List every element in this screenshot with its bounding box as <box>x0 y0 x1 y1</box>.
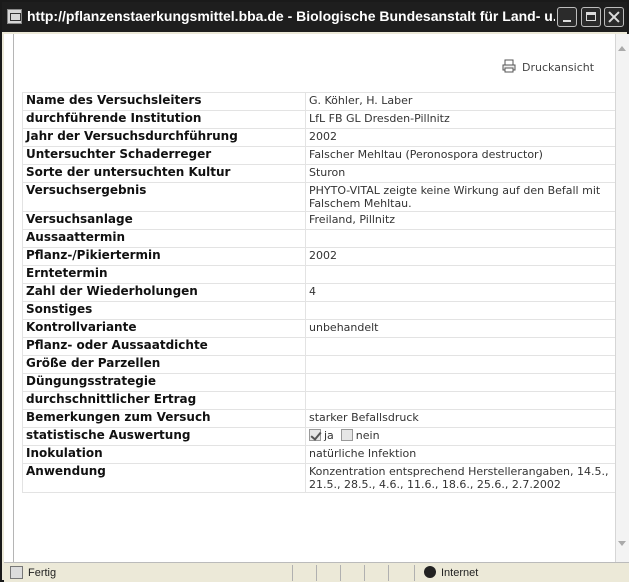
table-row: Sorte der untersuchten Kultur Sturon <box>22 164 615 183</box>
table-row: Größe der Parzellen <box>22 355 615 374</box>
row-value: Konzentration entsprechend Herstellerang… <box>305 463 615 493</box>
table-row: Inokulation natürliche Infektion <box>22 445 615 464</box>
scroll-up-arrow-icon[interactable] <box>618 46 626 51</box>
row-value: 2002 <box>305 128 615 147</box>
row-label: Pflanz-/Pikiertermin <box>22 247 306 266</box>
print-view-label: Druckansicht <box>522 61 595 74</box>
maximize-button[interactable] <box>581 7 601 27</box>
row-label: Anwendung <box>22 463 306 493</box>
vertical-scrollbar[interactable] <box>615 34 629 562</box>
row-label: Versuchsanlage <box>22 211 306 230</box>
table-row: statistische Auswertung ja nein <box>22 427 615 446</box>
table-row: Zahl der Wiederholungen 4 <box>22 283 615 302</box>
page-content: Druckansicht Name des Versuchsleiters G. … <box>14 34 615 562</box>
status-divider <box>340 565 341 581</box>
window-title: http://pflanzenstaerkungsmittel.bba.de -… <box>27 8 555 24</box>
row-value: Falscher Mehltau (Peronospora destructor… <box>305 146 615 165</box>
row-label: statistische Auswertung <box>22 427 306 446</box>
status-divider <box>292 565 293 581</box>
table-row: Sonstiges <box>22 301 615 320</box>
row-value: unbehandelt <box>305 319 615 338</box>
row-label: durchführende Institution <box>22 110 306 129</box>
security-zone-label: Internet <box>441 567 479 579</box>
left-frame-edge <box>4 34 14 562</box>
row-value: ja nein <box>305 427 615 446</box>
status-bar: Fertig Internet <box>4 562 629 582</box>
table-row: Versuchsergebnis PHYTO-VITAL zeigte keine… <box>22 182 615 212</box>
checkbox-no[interactable] <box>340 429 353 441</box>
row-value: 4 <box>305 283 615 302</box>
page-icon <box>7 9 22 24</box>
table-row: Bemerkungen zum Versuch starker Befallsdr… <box>22 409 615 428</box>
row-label: Untersuchter Schaderreger <box>22 146 306 165</box>
table-row: Pflanz-/Pikiertermin 2002 <box>22 247 615 266</box>
row-label: Name des Versuchsleiters <box>22 92 306 111</box>
title-bar[interactable]: http://pflanzenstaerkungsmittel.bba.de -… <box>2 2 627 32</box>
minimize-button[interactable] <box>557 7 577 27</box>
row-value <box>305 373 615 392</box>
table-row: Kontrollvariante unbehandelt <box>22 319 615 338</box>
row-value: LfL FB GL Dresden-Pillnitz <box>305 110 615 129</box>
row-value <box>305 301 615 320</box>
table-row: Anwendung Konzentration entsprechend Hers… <box>22 463 615 493</box>
row-label: Düngungsstrategie <box>22 373 306 392</box>
row-value: 2002 <box>305 247 615 266</box>
row-value: PHYTO-VITAL zeigte keine Wirkung auf den… <box>305 182 615 212</box>
row-label: Sonstiges <box>22 301 306 320</box>
row-value: natürliche Infektion <box>305 445 615 464</box>
table-row: Name des Versuchsleiters G. Köhler, H. La… <box>22 92 615 111</box>
table-row: Versuchsanlage Freiland, Pillnitz <box>22 211 615 230</box>
table-row: Jahr der Versuchsdurchführung 2002 <box>22 128 615 147</box>
globe-icon <box>424 566 436 578</box>
row-label: Inokulation <box>22 445 306 464</box>
close-button[interactable] <box>604 7 624 27</box>
row-label: Jahr der Versuchsdurchführung <box>22 128 306 147</box>
row-label: Zahl der Wiederholungen <box>22 283 306 302</box>
table-row: Erntetermin <box>22 265 615 284</box>
row-label: Aussaattermin <box>22 229 306 248</box>
table-row: Untersuchter Schaderreger Falscher Mehlta… <box>22 146 615 165</box>
checkbox-yes-label: ja <box>324 429 334 442</box>
table-row: durchführende Institution LfL FB GL Dresd… <box>22 110 615 129</box>
checkbox-yes[interactable] <box>309 429 321 441</box>
row-value: Freiland, Pillnitz <box>305 211 615 230</box>
row-label: durchschnittlicher Ertrag <box>22 391 306 410</box>
row-label: Bemerkungen zum Versuch <box>22 409 306 428</box>
status-divider <box>364 565 365 581</box>
trial-details-table: Name des Versuchsleiters G. Köhler, H. La… <box>22 92 615 493</box>
row-value <box>305 265 615 284</box>
row-value: starker Befallsdruck <box>305 409 615 428</box>
row-value <box>305 337 615 356</box>
row-value: Sturon <box>305 164 615 183</box>
table-row: durchschnittlicher Ertrag <box>22 391 615 410</box>
printer-icon <box>502 59 516 73</box>
table-row: Pflanz- oder Aussaatdichte <box>22 337 615 356</box>
row-label: Versuchsergebnis <box>22 182 306 212</box>
checkbox-no-label: nein <box>355 429 380 442</box>
status-text: Fertig <box>28 567 57 579</box>
row-label: Größe der Parzellen <box>22 355 306 374</box>
row-label: Sorte der untersuchten Kultur <box>22 164 306 183</box>
row-value <box>305 229 615 248</box>
row-value <box>305 391 615 410</box>
browser-window: http://pflanzenstaerkungsmittel.bba.de -… <box>0 0 629 582</box>
status-divider <box>388 565 389 581</box>
page-status-icon <box>10 566 23 579</box>
table-row: Aussaattermin <box>22 229 615 248</box>
scroll-down-arrow-icon[interactable] <box>618 541 626 546</box>
status-divider <box>414 565 415 581</box>
row-value: G. Köhler, H. Laber <box>305 92 615 111</box>
row-value <box>305 355 615 374</box>
print-view-link[interactable]: Druckansicht <box>502 59 612 77</box>
status-divider <box>316 565 317 581</box>
row-label: Kontrollvariante <box>22 319 306 338</box>
row-label: Erntetermin <box>22 265 306 284</box>
table-row: Düngungsstrategie <box>22 373 615 392</box>
row-label: Pflanz- oder Aussaatdichte <box>22 337 306 356</box>
